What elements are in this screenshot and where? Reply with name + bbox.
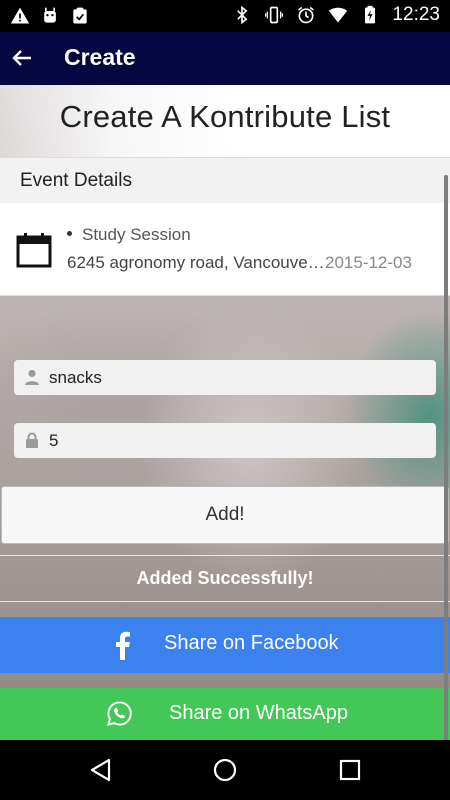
recents-square-icon[interactable] [337,757,363,783]
status-bar: 12:23 [0,0,450,32]
clock: 12:23 [392,4,440,25]
bluetooth-icon [237,5,248,25]
event-date: 2015-12-03 [325,253,412,272]
quantity-field[interactable] [14,423,436,458]
vibrate-icon [265,6,284,24]
event-details-header: Event Details [0,157,450,204]
success-message: Added Successfully! [136,568,314,588]
divider [0,601,450,602]
main-content: Create A Kontribute List Event Details S… [0,85,450,740]
android-icon [44,7,56,23]
share-whatsapp-label: Share on WhatsApp [169,702,348,724]
alarm-icon [298,6,315,24]
event-address: 6245 agronomy road, Vancouve… [67,253,325,272]
action-bar: Create [0,32,450,85]
wifi-icon [329,7,348,23]
item-input[interactable] [49,360,419,395]
divider [0,555,450,556]
facebook-icon [116,631,130,660]
page-title-banner: Create A Kontribute List [0,85,450,157]
item-field[interactable] [14,360,436,395]
action-bar-title: Create [64,44,136,70]
clipboard-icon [73,7,87,24]
page-title: Create A Kontribute List [59,99,391,134]
navigation-bar [0,740,450,800]
event-card[interactable]: Study Session 6245 agronomy road, Vancou… [0,203,450,296]
lock-icon [26,432,38,448]
arrow-left-icon[interactable] [10,46,34,70]
share-facebook-button[interactable]: Share on Facebook [0,617,450,673]
scrollbar[interactable] [444,175,448,740]
whatsapp-icon [107,701,132,726]
event-details-label: Event Details [20,170,132,191]
quantity-input[interactable] [49,423,419,458]
bullet [67,231,72,237]
share-whatsapp-button[interactable]: Share on WhatsApp [0,688,450,740]
back-triangle-icon[interactable] [88,757,114,783]
calendar-icon [16,233,52,268]
add-button[interactable]: Add! [1,486,449,544]
event-name-text: Study Session [82,225,191,244]
warning-icon [10,7,30,24]
share-facebook-label: Share on Facebook [164,632,339,654]
home-circle-icon[interactable] [212,757,238,783]
event-name: Study Session [67,225,191,245]
person-icon [25,370,39,385]
battery-charging-icon [365,5,376,24]
